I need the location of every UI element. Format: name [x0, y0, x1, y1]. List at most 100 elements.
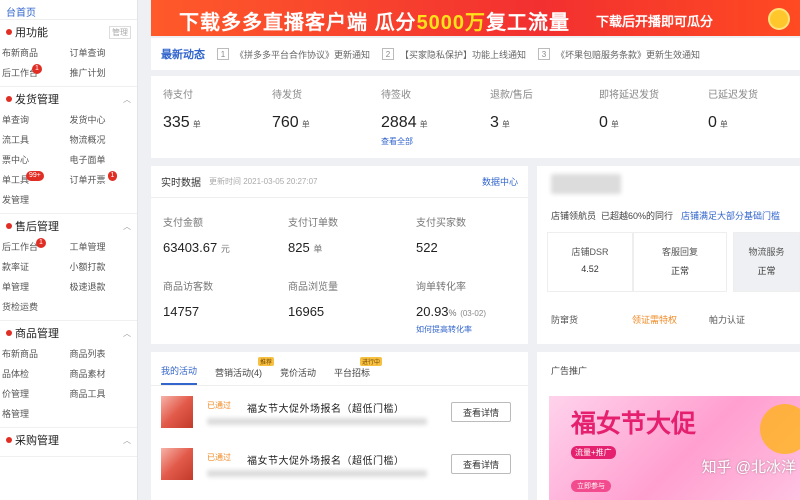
sidebar-item[interactable]: 格管理	[2, 405, 70, 423]
privilege-link[interactable]: 领证需特权	[632, 313, 677, 326]
sidebar-section-title: 售后管理	[15, 221, 59, 233]
manage-button[interactable]: 管理	[109, 25, 131, 39]
sidebar-section-header[interactable]: 商品管理 ︿	[0, 321, 137, 345]
level-link[interactable]: 店铺满足大部分基础门槛	[681, 211, 780, 221]
activity-name[interactable]: 福女节大促外场报名（超低门槛）	[247, 452, 405, 467]
activity-name[interactable]: 福女节大促外场报名（超低门槛）	[247, 400, 405, 415]
cert-link[interactable]: 帕力认证	[709, 313, 745, 326]
activities-panel: 我的活动 营销活动(4) 推荐 竞价活动 平台招标 进行中 已通过 福女节大促外场报…	[151, 352, 528, 500]
dsr-box[interactable]: 店铺DSR 4.52	[547, 232, 633, 292]
section-dot-icon	[6, 29, 12, 35]
view-all-link[interactable]: 查看全部	[381, 136, 428, 147]
metric-payment-amount: 支付金额 63403.67 元	[163, 218, 230, 255]
news-bar: 最新动态 1 《拼多多平台合作协议》更新通知 2 【买家隐私保护】功能上线通知 3 《…	[151, 38, 800, 70]
sidebar-item[interactable]: 后工作台 1	[2, 64, 70, 82]
sidebar-item[interactable]: 单管理	[2, 278, 70, 296]
stat-delayed[interactable]: 已延迟发货 0单	[708, 86, 758, 132]
flower-decoration	[760, 404, 800, 454]
sidebar-item[interactable]: 品体检	[2, 365, 70, 383]
ad-banner-image[interactable]: 福女节大促 流量+推广 立即参与 知乎 @北冰洋	[549, 396, 800, 500]
stat-pending-shipment[interactable]: 待发货 760 单	[272, 86, 310, 132]
news-item[interactable]: 《拼多多平台合作协议》更新通知	[235, 48, 370, 61]
section-dot-icon	[6, 96, 12, 102]
shop-status-panel: 店铺领航员 已超越60%的同行 店铺满足大部分基础门槛 店铺DSR 4.52 客服回…	[537, 166, 800, 344]
sidebar-item[interactable]: 极速退款	[70, 278, 138, 296]
sidebar-section-header[interactable]: 售后管理 ︿	[0, 214, 137, 238]
ad-title: 广告推广	[551, 366, 588, 376]
news-number: 3	[538, 48, 551, 60]
sidebar-section-header[interactable]: 采购管理 ︿	[0, 428, 137, 452]
activity-tabs: 我的活动 营销活动(4) 推荐 竞价活动 平台招标 进行中	[151, 352, 528, 386]
banner-subtext: 下载后开播即可瓜分	[596, 14, 714, 29]
news-item[interactable]: 《坏果包赔服务条款》更新生效通知	[556, 48, 700, 61]
logistics-box[interactable]: 物流服务 正常	[733, 232, 800, 292]
sidebar-item[interactable]: 货检运费	[2, 298, 70, 316]
metric-conversion-rate: 询单转化率 20.93% (03-02) 如何提高转化率	[416, 282, 486, 335]
ad-join-button[interactable]: 立即参与	[571, 480, 611, 492]
sidebar-home-link[interactable]: 台首页	[0, 0, 137, 20]
sidebar-section-products: 商品管理 ︿ 布新商品 商品列表 品体检 商品素材 价管理 商品工具 格管理	[0, 321, 137, 428]
shop-level: 店铺领航员 已超越60%的同行 店铺满足大部分基础门槛	[551, 211, 781, 221]
ad-image-subtitle: 流量+推广	[571, 446, 616, 459]
sidebar-item[interactable]: 订单查询	[70, 44, 138, 62]
sidebar-item[interactable]: 发货中心	[70, 111, 138, 129]
promo-banner[interactable]: 下载多多直播客户端 瓜分5000万复工流量 下载后开播即可瓜分	[151, 0, 800, 36]
news-item[interactable]: 【买家隐私保护】功能上线通知	[400, 48, 526, 61]
tab-platform-bid[interactable]: 平台招标 进行中	[334, 357, 383, 385]
sidebar-item[interactable]: 商品列表	[70, 345, 138, 363]
sidebar-section-title: 用功能	[15, 27, 48, 39]
improve-conversion-link[interactable]: 如何提高转化率	[416, 324, 486, 335]
sidebar-section-header[interactable]: 用功能 管理	[0, 20, 137, 44]
sidebar-section-common: 用功能 管理 布新商品 订单查询 后工作台 1 推广计划	[0, 20, 137, 87]
sidebar-item[interactable]: 工单管理	[70, 238, 138, 256]
data-center-link[interactable]: 数据中心	[482, 175, 518, 188]
sidebar-section-header[interactable]: 发货管理 ︿	[0, 87, 137, 111]
activity-thumbnail	[161, 448, 193, 480]
tab-marketing[interactable]: 营销活动(4) 推荐	[215, 357, 275, 385]
sidebar-item[interactable]: 款率证	[2, 258, 70, 276]
sidebar-item[interactable]: 订单开票 1	[70, 171, 138, 189]
sidebar-item[interactable]: 票中心	[2, 151, 70, 169]
sidebar-item[interactable]: 流工具	[2, 131, 70, 149]
view-details-button[interactable]: 查看详情	[451, 402, 511, 422]
update-time: 更新时间 2021-03-05 20:27:07	[209, 177, 318, 186]
sidebar-section-title: 采购管理	[15, 435, 59, 447]
ad-panel: 广告推广 福女节大促 流量+推广 立即参与 知乎 @北冰洋	[537, 352, 800, 500]
chevron-up-icon[interactable]: ︿	[123, 94, 131, 105]
sidebar-item[interactable]: 布新商品	[2, 345, 70, 363]
tab-bidding[interactable]: 竞价活动	[280, 366, 316, 385]
sidebar-item[interactable]: 价管理	[2, 385, 70, 403]
sidebar-item[interactable]: 小额打款	[70, 258, 138, 276]
chevron-up-icon[interactable]: ︿	[123, 328, 131, 339]
sidebar-item[interactable]: 推广计划	[70, 64, 138, 82]
news-number: 2	[382, 48, 395, 60]
chevron-up-icon[interactable]: ︿	[123, 221, 131, 232]
stat-pending-receipt[interactable]: 待签收 2884 单 查看全部	[381, 86, 428, 147]
sidebar: 台首页 用功能 管理 布新商品 订单查询 后工作台 1 推广计划 发货管理 ︿ 单…	[0, 0, 138, 500]
sidebar-item[interactable]: 单工具 99+	[2, 171, 70, 189]
sidebar-item[interactable]: 布新商品	[2, 44, 70, 62]
order-stats-panel: 待支付 335 单 待发货 760 单 待签收 2884 单 查看全部 退款/售后 3…	[151, 76, 800, 158]
customer-service-box[interactable]: 客服回复 正常	[633, 232, 727, 292]
metric-product-views: 商品浏览量 16965	[288, 282, 338, 319]
sidebar-section-shipping: 发货管理 ︿ 单查询 发货中心 流工具 物流概况 票中心 电子面单 单工具 99+…	[0, 87, 137, 214]
sidebar-item[interactable]: 单查询	[2, 111, 70, 129]
sidebar-item-label: 订单开票	[69, 175, 106, 185]
sidebar-item[interactable]: 商品素材	[70, 365, 138, 383]
stat-about-to-delay[interactable]: 即将延迟发货 0单	[599, 86, 659, 132]
chevron-up-icon[interactable]: ︿	[123, 435, 131, 446]
tab-my-activities[interactable]: 我的活动	[161, 364, 198, 385]
stat-refunds[interactable]: 退款/售后 3单	[490, 86, 533, 132]
metric-product-visitors: 商品访客数 14757	[163, 282, 213, 319]
sidebar-section-title: 发货管理	[15, 94, 59, 106]
sidebar-item[interactable]: 发管理	[2, 191, 70, 209]
view-details-button[interactable]: 查看详情	[451, 454, 511, 474]
section-dot-icon	[6, 223, 12, 229]
sidebar-item[interactable]: 物流概况	[70, 131, 138, 149]
notification-badge: 1	[32, 64, 42, 74]
news-number: 1	[217, 48, 229, 60]
sidebar-item[interactable]: 电子面单	[70, 151, 138, 169]
sidebar-item[interactable]: 商品工具	[70, 385, 138, 403]
sidebar-item[interactable]: 后工作台 1	[2, 238, 70, 256]
stat-pending-payment[interactable]: 待支付 335 单	[163, 86, 201, 132]
